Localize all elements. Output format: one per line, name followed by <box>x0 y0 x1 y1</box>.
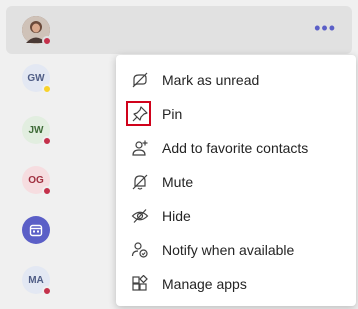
avatar-initials: OG <box>28 174 44 186</box>
add-contact-icon <box>130 138 150 158</box>
menu-item-mark-as-unread[interactable]: Mark as unread <box>116 64 356 96</box>
menu-item-label: Pin <box>162 106 183 122</box>
contact-avatar[interactable]: GW <box>22 64 52 94</box>
menu-item-add-to-favorite-contacts[interactable]: Add to favorite contacts <box>116 132 356 164</box>
menu-item-label: Mute <box>162 174 194 190</box>
manage-apps-icon <box>130 274 150 294</box>
hide-icon <box>130 206 150 226</box>
menu-item-label: Mark as unread <box>162 72 260 88</box>
mark-unread-icon <box>130 70 150 90</box>
menu-item-notify-when-available[interactable]: Notify when available <box>116 234 356 266</box>
status-busy-indicator <box>42 36 52 46</box>
contact-avatar[interactable]: MA <box>22 266 52 296</box>
status-busy-indicator <box>42 286 52 296</box>
menu-item-label: Hide <box>162 208 191 224</box>
chat-list-item-selected[interactable]: ••• <box>6 6 352 54</box>
avatar <box>22 16 52 46</box>
menu-item-pin[interactable]: Pin <box>116 98 356 130</box>
avatar-initials: MA <box>28 274 44 286</box>
avatar-initials: JW <box>28 124 44 136</box>
pin-icon <box>130 104 150 124</box>
status-away-indicator <box>42 84 52 94</box>
meeting-avatar[interactable] <box>22 216 50 244</box>
status-busy-indicator <box>42 186 52 196</box>
context-menu: Mark as unread Pin Add to favorite conta… <box>116 55 356 306</box>
contact-avatar[interactable]: OG <box>22 166 52 196</box>
menu-item-mute[interactable]: Mute <box>116 166 356 198</box>
more-options-button[interactable]: ••• <box>314 19 336 37</box>
calendar-icon <box>29 224 43 237</box>
menu-item-label: Add to favorite contacts <box>162 140 309 156</box>
menu-item-label: Manage apps <box>162 276 247 292</box>
avatar-initials: GW <box>27 72 45 84</box>
menu-item-manage-apps[interactable]: Manage apps <box>116 268 356 300</box>
menu-item-label: Notify when available <box>162 242 295 258</box>
notify-icon <box>130 240 150 260</box>
contact-avatar[interactable]: JW <box>22 116 52 146</box>
menu-item-hide[interactable]: Hide <box>116 200 356 232</box>
status-busy-indicator <box>42 136 52 146</box>
mute-icon <box>130 172 150 192</box>
